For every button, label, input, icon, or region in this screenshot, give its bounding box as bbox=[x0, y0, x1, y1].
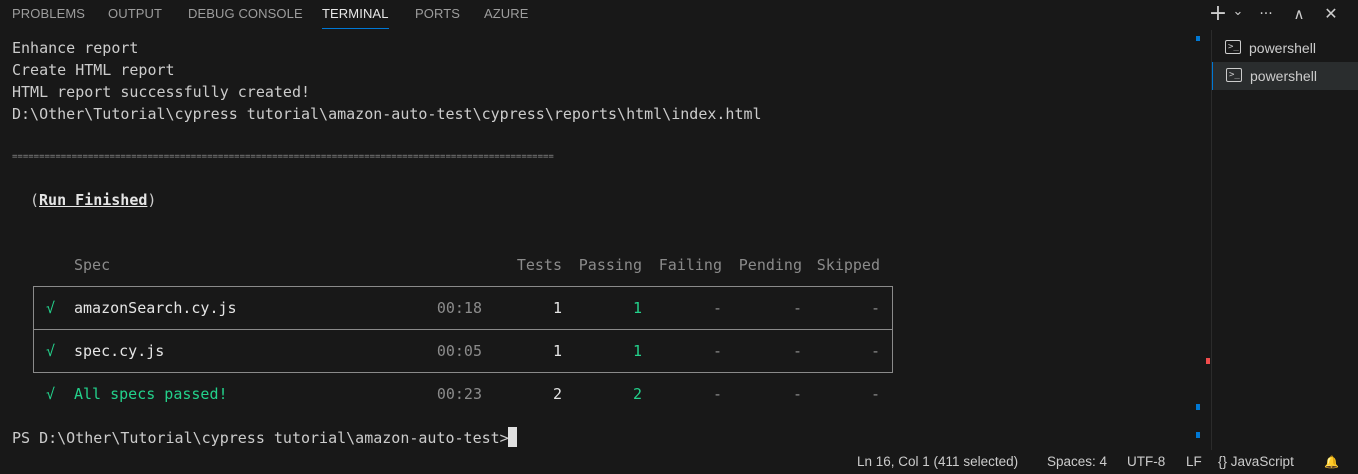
scrollbar-marker bbox=[1196, 404, 1200, 410]
paren-open: ( bbox=[30, 191, 40, 209]
failing-count: - bbox=[712, 342, 722, 360]
spec-name: amazonSearch.cy.js bbox=[74, 299, 237, 317]
spec-duration: 00:18 bbox=[436, 299, 482, 317]
scrollbar-marker bbox=[1196, 432, 1200, 438]
separator-line: ========================================… bbox=[12, 152, 554, 162]
terminal-list-divider bbox=[1211, 30, 1212, 450]
language-label: JavaScript bbox=[1230, 454, 1294, 469]
terminal-cursor bbox=[508, 427, 517, 447]
table-border-left bbox=[33, 286, 34, 373]
header-pending: Pending bbox=[738, 256, 802, 274]
summary-skipped-count: - bbox=[870, 385, 880, 403]
summary-passing-count: 2 bbox=[632, 385, 642, 403]
panel-actions: + ⌄ ··· ∧ ✕ bbox=[1200, 0, 1358, 28]
shell-prompt: PS D:\Other\Tutorial\cypress tutorial\am… bbox=[12, 429, 509, 447]
summary-tests-count: 2 bbox=[552, 385, 562, 403]
tab-debug-console[interactable]: DEBUG CONSOLE bbox=[188, 0, 303, 28]
run-finished-heading: (Run Finished) bbox=[30, 189, 156, 211]
tab-azure[interactable]: AZURE bbox=[484, 0, 529, 28]
terminal-list-item-selected[interactable]: >_ powershell bbox=[1212, 62, 1358, 90]
notifications-bell-icon[interactable]: 🔔 bbox=[1324, 450, 1339, 474]
header-spec: Spec bbox=[74, 256, 111, 274]
header-tests: Tests bbox=[516, 256, 562, 274]
pass-check-icon: √ bbox=[46, 342, 56, 360]
header-passing: Passing bbox=[578, 256, 642, 274]
tests-count: 1 bbox=[552, 342, 562, 360]
language-mode[interactable]: {} JavaScript bbox=[1218, 450, 1294, 474]
spec-duration: 00:05 bbox=[436, 342, 482, 360]
summary-text: All specs passed! bbox=[74, 385, 228, 403]
more-actions-icon[interactable]: ··· bbox=[1254, 2, 1278, 26]
terminal-dropdown-icon[interactable]: ⌄ bbox=[1226, 0, 1250, 24]
header-skipped: Skipped bbox=[816, 256, 880, 274]
tab-ports[interactable]: PORTS bbox=[415, 0, 460, 28]
status-bar: Ln 16, Col 1 (411 selected) Spaces: 4 UT… bbox=[0, 450, 1358, 474]
passing-count: 1 bbox=[632, 342, 642, 360]
eol-status[interactable]: LF bbox=[1186, 450, 1202, 474]
panel-tab-bar: PROBLEMS OUTPUT DEBUG CONSOLE TERMINAL P… bbox=[0, 0, 1358, 29]
pending-count: - bbox=[792, 299, 802, 317]
terminal-list-label: powershell bbox=[1249, 40, 1316, 56]
braces-icon: {} bbox=[1218, 454, 1228, 469]
terminal-output[interactable]: Enhance report Create HTML report HTML r… bbox=[0, 30, 1196, 450]
table-border-bottom bbox=[33, 372, 893, 373]
close-panel-icon[interactable]: ✕ bbox=[1319, 2, 1343, 26]
header-failing: Failing bbox=[658, 256, 722, 274]
pass-check-icon: √ bbox=[46, 299, 56, 317]
tab-output[interactable]: OUTPUT bbox=[108, 0, 162, 28]
powershell-icon: >_ bbox=[1225, 40, 1241, 54]
cursor-position[interactable]: Ln 16, Col 1 (411 selected) bbox=[857, 450, 1018, 474]
skipped-count: - bbox=[870, 342, 880, 360]
summary-pending-count: - bbox=[792, 385, 802, 403]
powershell-icon: >_ bbox=[1226, 68, 1242, 82]
passing-count: 1 bbox=[632, 299, 642, 317]
tab-problems[interactable]: PROBLEMS bbox=[12, 0, 85, 28]
terminal-list-item[interactable]: >_ powershell bbox=[1212, 34, 1358, 62]
pending-count: - bbox=[792, 342, 802, 360]
paren-close: ) bbox=[147, 191, 157, 209]
skipped-count: - bbox=[870, 299, 880, 317]
terminal-line: HTML report successfully created! bbox=[12, 83, 311, 101]
encoding-status[interactable]: UTF-8 bbox=[1127, 450, 1165, 474]
failing-count: - bbox=[712, 299, 722, 317]
terminal-list-label: powershell bbox=[1250, 68, 1317, 84]
pass-check-icon: √ bbox=[46, 385, 56, 403]
tests-count: 1 bbox=[552, 299, 562, 317]
table-border-right bbox=[892, 286, 893, 373]
terminal-line: Enhance report bbox=[12, 39, 139, 57]
indentation-status[interactable]: Spaces: 4 bbox=[1047, 450, 1107, 474]
summary-duration: 00:23 bbox=[436, 385, 482, 403]
tab-terminal[interactable]: TERMINAL bbox=[322, 0, 389, 29]
terminal-line: D:\Other\Tutorial\cypress tutorial\amazo… bbox=[12, 105, 762, 123]
run-finished-label: Run Finished bbox=[39, 191, 148, 209]
table-border-top bbox=[33, 286, 893, 287]
terminal-line: Create HTML report bbox=[12, 61, 175, 79]
table-border-middle bbox=[33, 329, 893, 330]
spec-name: spec.cy.js bbox=[74, 342, 165, 360]
scrollbar-marker bbox=[1196, 36, 1200, 41]
summary-failing-count: - bbox=[712, 385, 722, 403]
scrollbar-error-marker bbox=[1206, 358, 1210, 364]
maximize-panel-icon[interactable]: ∧ bbox=[1287, 2, 1311, 26]
